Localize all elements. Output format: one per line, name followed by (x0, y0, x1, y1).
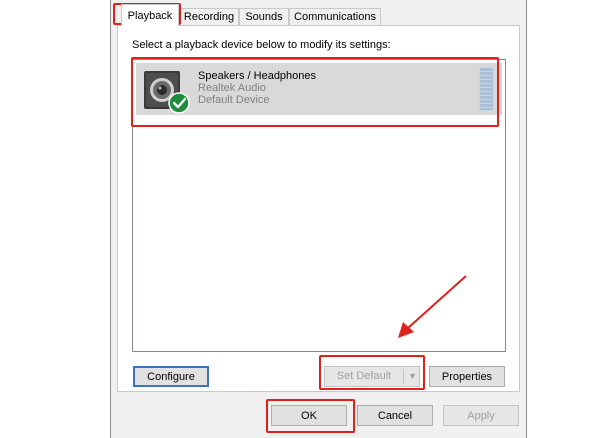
tab-playback[interactable]: Playback (121, 4, 179, 26)
tab-communications[interactable]: Communications (289, 8, 381, 25)
configure-button[interactable]: Configure (133, 366, 209, 387)
device-status: Default Device (198, 94, 270, 106)
volume-level-meter (479, 67, 494, 111)
tab-sounds[interactable]: Sounds (239, 8, 289, 25)
device-list[interactable]: Speakers / Headphones Realtek Audio Defa… (132, 59, 506, 352)
cancel-button[interactable]: Cancel (357, 405, 433, 426)
tab-recording[interactable]: Recording (179, 8, 239, 25)
apply-button[interactable]: Apply (443, 405, 519, 426)
chevron-down-icon[interactable]: ▼ (408, 367, 417, 386)
properties-button[interactable]: Properties (429, 366, 505, 387)
device-name: Speakers / Headphones (198, 70, 317, 82)
instruction-text: Select a playback device below to modify… (132, 39, 391, 51)
speaker-icon (144, 71, 190, 114)
device-item-speakers[interactable]: Speakers / Headphones Realtek Audio Defa… (136, 63, 502, 115)
device-driver: Realtek Audio (198, 82, 266, 94)
ok-button[interactable]: OK (271, 405, 347, 426)
set-default-label: Set Default (336, 370, 392, 382)
playback-panel: Select a playback device below to modify… (117, 25, 520, 392)
set-default-button[interactable]: Set Default ▼ (324, 366, 420, 387)
split-button-divider (403, 369, 404, 384)
sound-dialog: Playback Recording Sounds Communications… (110, 0, 527, 438)
green-checkmark-icon (168, 92, 190, 114)
